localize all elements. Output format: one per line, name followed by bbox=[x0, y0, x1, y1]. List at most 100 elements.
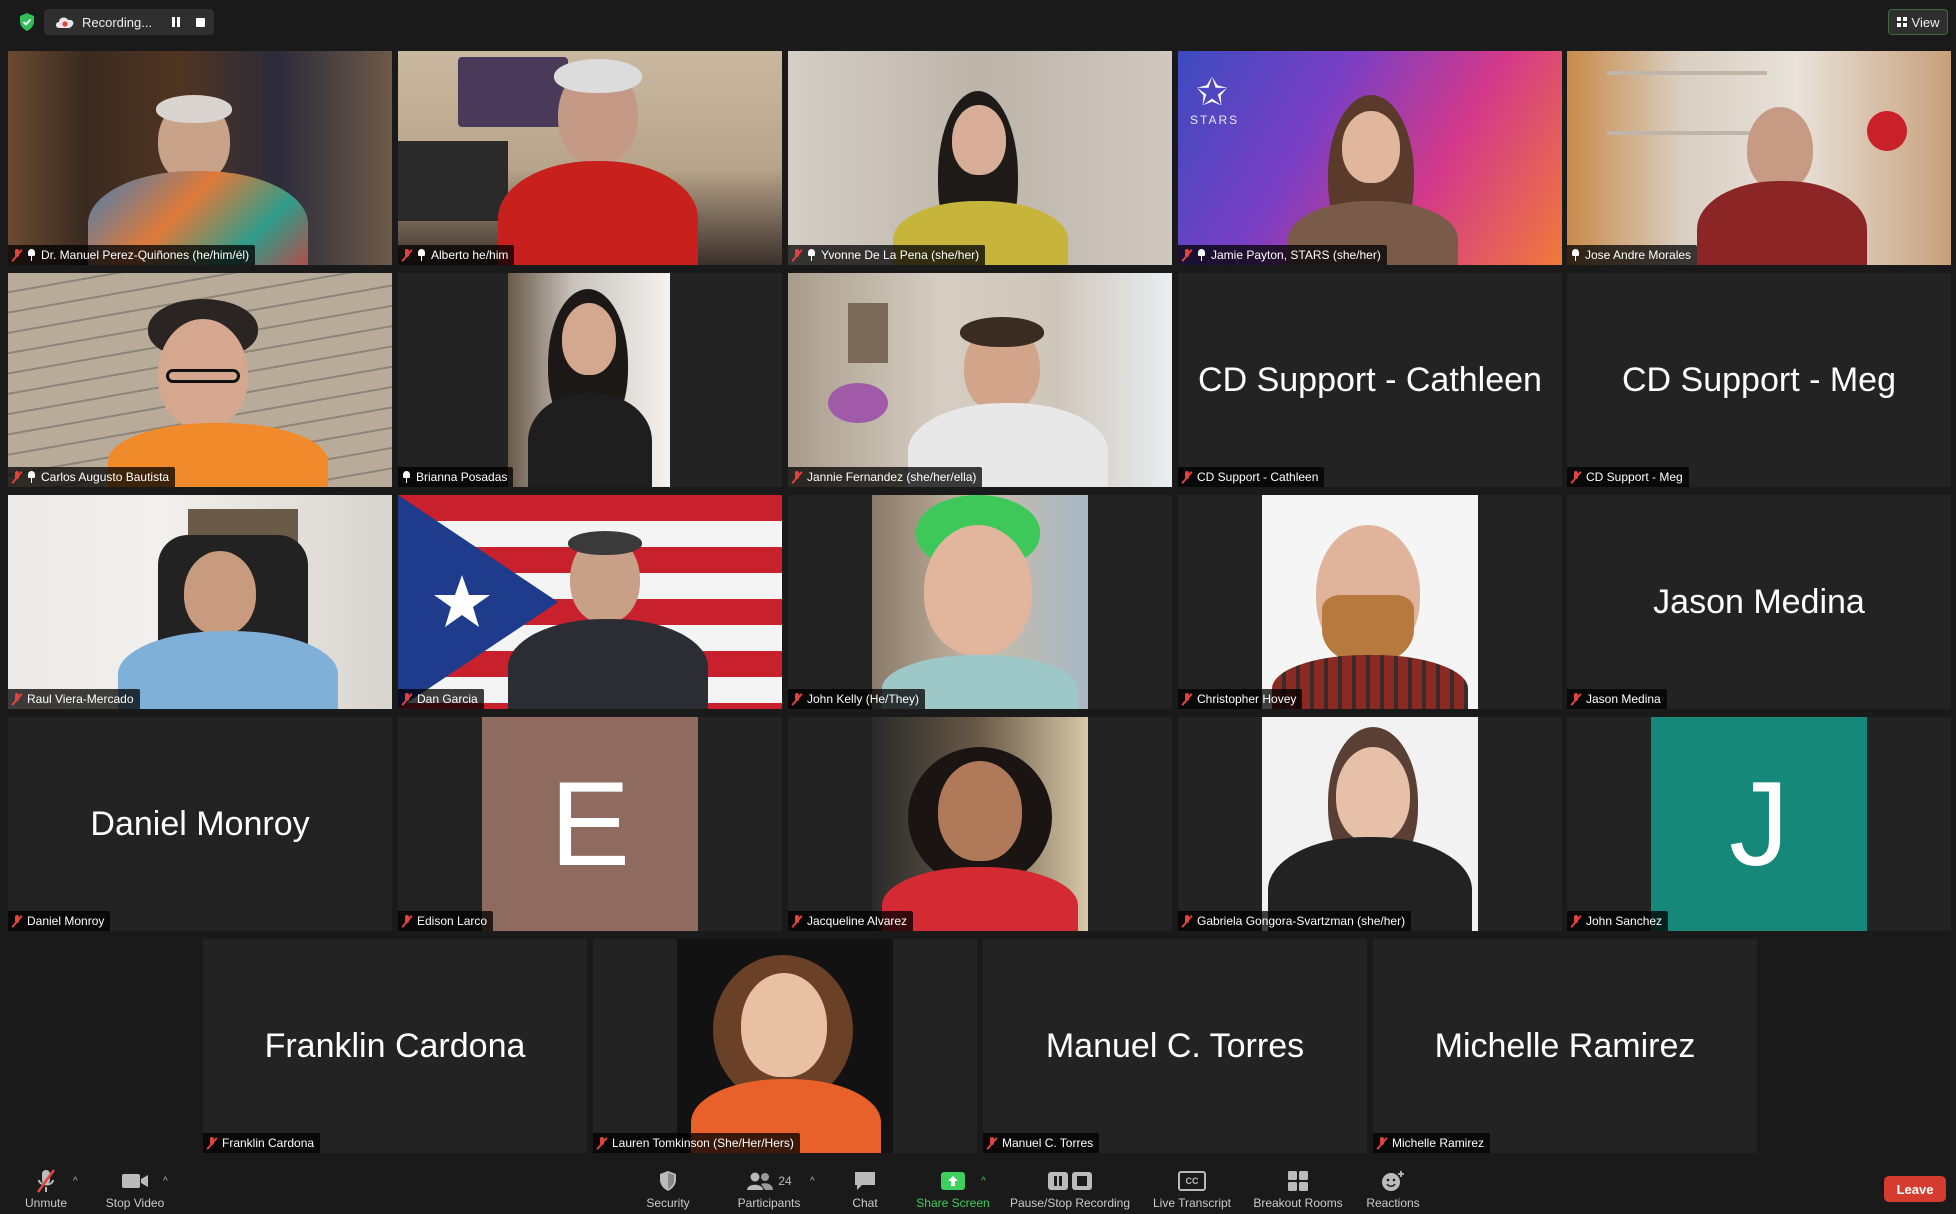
view-label: View bbox=[1911, 14, 1940, 30]
video-off-tile[interactable]: Franklin Cardona Franklin Cardona bbox=[203, 939, 587, 1153]
participant-display-name: Michelle Ramirez bbox=[1434, 1026, 1696, 1065]
video-tile[interactable]: Dr. Manuel Perez-Quiñones (he/him/él) bbox=[8, 51, 392, 265]
participant-video bbox=[8, 51, 392, 265]
video-tile[interactable]: Gabriela Gongora-Svartzman (she/her) bbox=[1178, 717, 1562, 931]
view-button[interactable]: View bbox=[1888, 9, 1948, 35]
participants-options-caret-icon[interactable]: ^ bbox=[810, 1176, 815, 1187]
participant-video bbox=[788, 273, 1172, 487]
participant-name-label: Lauren Tomkinson (She/Her/Hers) bbox=[593, 1133, 800, 1153]
participant-name-label: Jose Andre Morales bbox=[1567, 245, 1698, 265]
video-off-tile[interactable]: Jason Medina Jason Medina bbox=[1567, 495, 1951, 709]
video-off-tile[interactable]: CD Support - Meg CD Support - Meg bbox=[1567, 273, 1951, 487]
share-screen-label: Share Screen bbox=[916, 1196, 990, 1210]
video-tile[interactable]: Raul Viera-Mercado bbox=[8, 495, 392, 709]
video-off-tile[interactable]: Michelle Ramirez Michelle Ramirez bbox=[1373, 939, 1757, 1153]
participant-name-label: Daniel Monroy bbox=[8, 911, 111, 931]
participant-name-label: Gabriela Gongora-Svartzman (she/her) bbox=[1178, 911, 1412, 931]
participant-name-label: Edison Larco bbox=[398, 911, 494, 931]
video-off-tile[interactable]: CD Support - Cathleen CD Support - Cathl… bbox=[1178, 273, 1562, 487]
participant-name: Yvonne De La Pena (she/her) bbox=[821, 248, 980, 262]
participant-display-name: Jason Medina bbox=[1653, 582, 1865, 621]
participant-video: ✩ STARS bbox=[1178, 51, 1562, 265]
share-options-caret-icon[interactable]: ^ bbox=[981, 1176, 986, 1187]
audio-options-caret-icon[interactable]: ^ bbox=[73, 1176, 78, 1187]
video-options-caret-icon[interactable]: ^ bbox=[163, 1176, 168, 1187]
participants-button[interactable]: 24 Participants bbox=[730, 1160, 808, 1214]
participant-name-label: CD Support - Cathleen bbox=[1178, 467, 1325, 487]
participant-name-label: CD Support - Meg bbox=[1567, 467, 1689, 487]
participants-count: 24 bbox=[778, 1174, 792, 1188]
participant-video bbox=[788, 51, 1172, 265]
video-tile[interactable]: John Kelly (He/They) bbox=[788, 495, 1172, 709]
participant-name: Daniel Monroy bbox=[27, 914, 105, 928]
participant-video bbox=[8, 273, 392, 487]
participant-name-label: Christopher Hovey bbox=[1178, 689, 1303, 709]
video-tile[interactable]: Alberto he/him bbox=[398, 51, 782, 265]
pause-recording-icon[interactable] bbox=[170, 16, 182, 28]
reactions-button[interactable]: Reactions bbox=[1360, 1160, 1426, 1214]
muted-mic-icon bbox=[1377, 1136, 1387, 1150]
muted-microphone-icon bbox=[36, 1169, 56, 1193]
participant-video bbox=[398, 51, 782, 265]
video-off-tile[interactable]: E Edison Larco bbox=[398, 717, 782, 931]
video-tile[interactable]: Jannie Fernandez (she/her/ella) bbox=[788, 273, 1172, 487]
video-tile[interactable]: Christopher Hovey bbox=[1178, 495, 1562, 709]
video-off-tile[interactable]: Daniel Monroy Daniel Monroy bbox=[8, 717, 392, 931]
video-off-tile[interactable]: J John Sanchez bbox=[1567, 717, 1951, 931]
breakout-rooms-button[interactable]: Breakout Rooms bbox=[1248, 1160, 1348, 1214]
participant-name: Lauren Tomkinson (She/Her/Hers) bbox=[612, 1136, 794, 1150]
muted-mic-icon bbox=[597, 1136, 607, 1150]
reactions-label: Reactions bbox=[1366, 1196, 1420, 1210]
stop-video-button[interactable]: Stop Video bbox=[100, 1160, 170, 1214]
pause-stop-recording-label: Pause/Stop Recording bbox=[1009, 1196, 1131, 1210]
participant-display-name: Franklin Cardona bbox=[264, 1026, 526, 1065]
shield-icon bbox=[660, 1171, 676, 1191]
muted-mic-icon bbox=[987, 1136, 997, 1150]
video-off-tile[interactable]: Manuel C. Torres Manuel C. Torres bbox=[983, 939, 1367, 1153]
participant-name: Brianna Posadas bbox=[416, 470, 508, 484]
chat-label: Chat bbox=[852, 1196, 878, 1210]
video-tile[interactable]: Yvonne De La Pena (she/her) bbox=[788, 51, 1172, 265]
video-tile[interactable]: Lauren Tomkinson (She/Her/Hers) bbox=[593, 939, 977, 1153]
participant-name-label: Raul Viera-Mercado bbox=[8, 689, 140, 709]
participant-name: Dan Garcia bbox=[417, 692, 478, 706]
unmute-label: Unmute bbox=[24, 1196, 68, 1210]
video-tile[interactable]: Jacqueline Alvarez bbox=[788, 717, 1172, 931]
muted-mic-icon bbox=[792, 470, 802, 484]
background-logo-text: STARS bbox=[1190, 113, 1240, 127]
pause-stop-recording-button[interactable]: Pause/Stop Recording bbox=[1004, 1160, 1136, 1214]
video-tile[interactable]: Carlos Augusto Bautista bbox=[8, 273, 392, 487]
cloud-recording-icon bbox=[56, 17, 74, 28]
muted-mic-icon bbox=[1182, 248, 1192, 262]
participant-name: CD Support - Meg bbox=[1586, 470, 1683, 484]
video-tile[interactable]: ✩ STARS Jamie Payton, STARS (she/her) bbox=[1178, 51, 1562, 265]
unmute-button[interactable]: Unmute bbox=[18, 1160, 74, 1214]
participant-name-label: Jason Medina bbox=[1567, 689, 1667, 709]
live-transcript-button[interactable]: CC Live Transcript bbox=[1146, 1160, 1238, 1214]
muted-mic-icon bbox=[792, 914, 802, 928]
participant-name-label: Michelle Ramirez bbox=[1373, 1133, 1491, 1153]
participant-name: Jose Andre Morales bbox=[1585, 248, 1692, 262]
participant-name: Manuel C. Torres bbox=[1002, 1136, 1094, 1150]
chat-button[interactable]: Chat bbox=[840, 1160, 890, 1214]
participant-name-label: Jacqueline Alvarez bbox=[788, 911, 914, 931]
share-screen-button[interactable]: Share Screen bbox=[912, 1160, 994, 1214]
stop-recording-icon[interactable] bbox=[196, 17, 205, 27]
participant-name: Gabriela Gongora-Svartzman (she/her) bbox=[1197, 914, 1406, 928]
participants-label: Participants bbox=[737, 1196, 801, 1210]
active-speaker-tile[interactable]: Jose Andre Morales bbox=[1567, 51, 1951, 265]
video-camera-icon bbox=[122, 1174, 148, 1188]
shield-icon[interactable] bbox=[18, 12, 36, 32]
participant-video bbox=[8, 495, 392, 709]
video-tile[interactable]: Dan Garcia bbox=[398, 495, 782, 709]
video-tile[interactable]: Brianna Posadas bbox=[398, 273, 782, 487]
chat-bubble-icon bbox=[855, 1172, 875, 1190]
participants-icon bbox=[747, 1172, 774, 1190]
participant-display-name: Manuel C. Torres bbox=[1045, 1026, 1305, 1065]
star-icon: ✩ bbox=[1196, 72, 1228, 114]
participant-name: Alberto he/him bbox=[431, 248, 509, 262]
leave-button[interactable]: Leave bbox=[1884, 1176, 1946, 1202]
security-button[interactable]: Security bbox=[640, 1160, 696, 1214]
pin-icon bbox=[27, 471, 36, 483]
muted-mic-icon bbox=[402, 692, 412, 706]
